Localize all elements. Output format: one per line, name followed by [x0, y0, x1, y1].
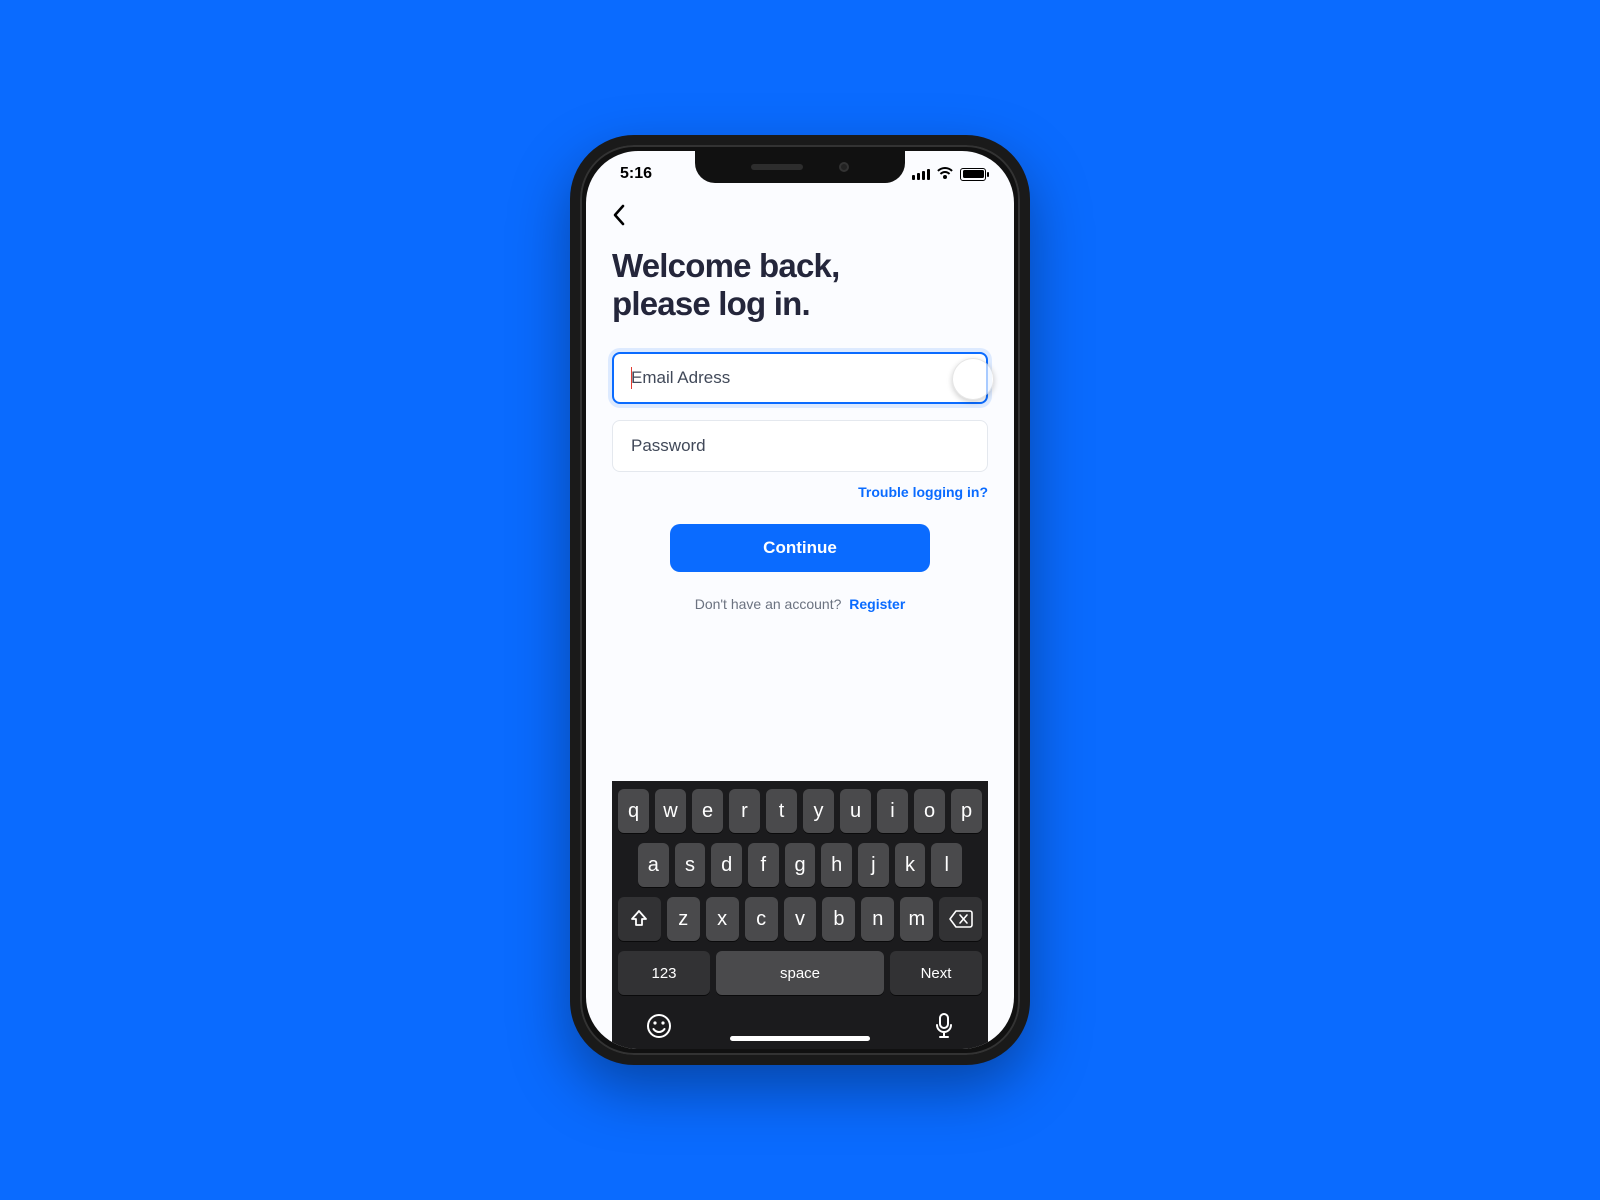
key-q[interactable]: q	[618, 789, 649, 833]
key-numbers[interactable]: 123	[618, 951, 710, 995]
key-s[interactable]: s	[675, 843, 706, 887]
back-button[interactable]	[612, 204, 626, 226]
login-screen: Welcome back, please log in. Trouble log…	[586, 197, 1014, 1049]
chevron-left-icon	[612, 204, 626, 226]
key-f[interactable]: f	[748, 843, 779, 887]
key-w[interactable]: w	[655, 789, 686, 833]
key-y[interactable]: y	[803, 789, 834, 833]
home-indicator[interactable]	[730, 1036, 870, 1041]
key-i[interactable]: i	[877, 789, 908, 833]
key-z[interactable]: z	[667, 897, 700, 941]
continue-button[interactable]: Continue	[670, 524, 930, 572]
key-o[interactable]: o	[914, 789, 945, 833]
key-g[interactable]: g	[785, 843, 816, 887]
register-prompt: Don't have an account?	[695, 596, 842, 612]
email-field-wrapper[interactable]	[612, 352, 988, 404]
phone-frame: 5:16 Welcome back, please log in.	[570, 135, 1030, 1065]
key-x[interactable]: x	[706, 897, 739, 941]
key-space[interactable]: space	[716, 951, 884, 995]
mic-icon[interactable]	[934, 1013, 954, 1039]
register-link[interactable]: Register	[849, 596, 905, 612]
key-l[interactable]: l	[931, 843, 962, 887]
side-button	[1028, 375, 1030, 465]
key-u[interactable]: u	[840, 789, 871, 833]
page-title: Welcome back, please log in.	[612, 247, 988, 322]
side-button	[570, 445, 572, 505]
key-h[interactable]: h	[821, 843, 852, 887]
key-d[interactable]: d	[711, 843, 742, 887]
key-shift[interactable]	[618, 897, 661, 941]
status-time: 5:16	[620, 165, 652, 183]
key-p[interactable]: p	[951, 789, 982, 833]
key-j[interactable]: j	[858, 843, 889, 887]
password-field-wrapper[interactable]	[612, 420, 988, 472]
side-button	[570, 315, 572, 345]
key-b[interactable]: b	[822, 897, 855, 941]
password-input[interactable]	[631, 436, 969, 456]
key-backspace[interactable]	[939, 897, 982, 941]
key-r[interactable]: r	[729, 789, 760, 833]
screen: 5:16 Welcome back, please log in.	[586, 151, 1014, 1049]
notch	[695, 151, 905, 183]
key-v[interactable]: v	[784, 897, 817, 941]
backspace-icon	[949, 910, 973, 928]
key-e[interactable]: e	[692, 789, 723, 833]
trouble-logging-in-link[interactable]: Trouble logging in?	[858, 484, 988, 500]
battery-icon	[960, 168, 986, 181]
wifi-icon	[936, 167, 954, 181]
emoji-icon[interactable]	[646, 1013, 672, 1039]
shift-icon	[629, 909, 649, 929]
key-m[interactable]: m	[900, 897, 933, 941]
onscreen-keyboard: qwertyuiop asdfghjkl zxcvbnm 123 space N…	[612, 781, 988, 1049]
key-t[interactable]: t	[766, 789, 797, 833]
key-a[interactable]: a	[638, 843, 669, 887]
side-button	[570, 370, 572, 430]
key-next[interactable]: Next	[890, 951, 982, 995]
cellular-icon	[912, 168, 930, 180]
key-c[interactable]: c	[745, 897, 778, 941]
email-input[interactable]	[631, 368, 969, 388]
key-n[interactable]: n	[861, 897, 894, 941]
key-k[interactable]: k	[895, 843, 926, 887]
